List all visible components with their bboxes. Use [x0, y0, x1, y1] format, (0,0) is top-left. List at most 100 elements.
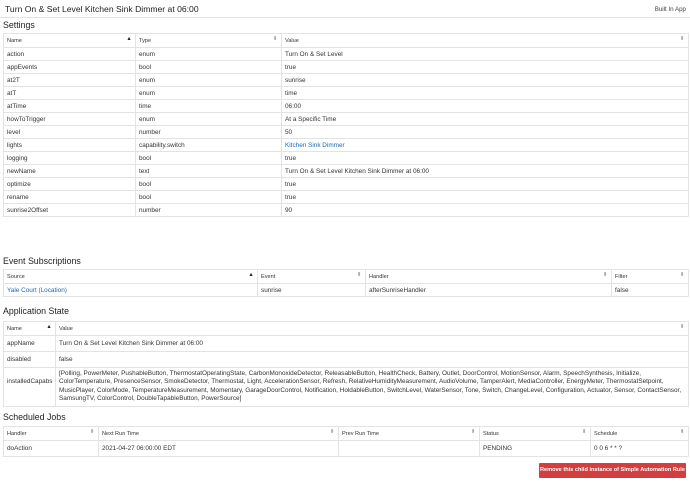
event-cell: sunrise: [257, 283, 366, 297]
sort-both-icon: ⬍: [679, 36, 685, 42]
app-type-badge: Built In App: [654, 6, 686, 13]
setting-name-cell: appEvents: [3, 60, 136, 74]
setting-value-cell: Turn On & Set Level Kitchen Sink Dimmer …: [281, 164, 689, 178]
sort-asc-icon: ▲: [126, 36, 132, 42]
column-header-status[interactable]: Status ⬍: [479, 426, 591, 441]
state-table: Name ▲ Value ⬍ appName Turn On & Set Level…: [3, 321, 689, 407]
jobs-section-title: Scheduled Jobs: [3, 412, 66, 422]
events-section-title: Event Subscriptions: [3, 256, 81, 266]
job-handler-cell: doAction: [3, 440, 99, 457]
setting-name-cell: rename: [3, 190, 136, 204]
state-value-cell: false: [55, 351, 689, 368]
filter-cell: false: [611, 283, 689, 297]
setting-value-cell: true: [281, 60, 689, 74]
sort-both-icon: ⬍: [679, 324, 685, 330]
job-status-cell: PENDING: [479, 440, 591, 457]
table-row: doAction 2021-04-27 06:00:00 EDT PENDING…: [3, 440, 689, 457]
column-header-source[interactable]: Source ▲: [3, 269, 258, 284]
setting-name-cell: at2T: [3, 73, 136, 87]
column-header-handler[interactable]: Handler ⬍: [365, 269, 612, 284]
table-row: sunrise2Offset number 90: [3, 203, 689, 217]
column-header-name[interactable]: Name ▲: [3, 321, 56, 336]
events-table: Source ▲ Event ⬍ Handler ⬍ Filter ⬍ Yale Cou…: [3, 269, 689, 297]
settings-header-row: Name ▲ Type ⬍ Value ⬍: [3, 33, 689, 48]
remove-child-instance-button[interactable]: Remove this child instance of Simple Aut…: [539, 463, 686, 478]
setting-name-cell: sunrise2Offset: [3, 203, 136, 217]
setting-name-cell: optimize: [3, 177, 136, 191]
column-header-value[interactable]: Value ⬍: [281, 33, 689, 48]
table-row: appEvents bool true: [3, 60, 689, 74]
settings-section-title: Settings: [3, 20, 35, 30]
state-name-cell: installedCapabs: [3, 367, 56, 407]
table-row: lights capability.switch Kitchen Sink Dimm…: [3, 138, 689, 152]
sort-asc-icon: ▲: [46, 324, 52, 330]
handler-cell: afterSunriseHandler: [365, 283, 612, 297]
state-section-title: Application State: [3, 306, 70, 316]
setting-name-cell: level: [3, 125, 136, 139]
sort-both-icon: ⬍: [89, 429, 95, 435]
setting-value-cell: true: [281, 190, 689, 204]
job-prev-run-cell: [338, 440, 480, 457]
setting-type-cell: enum: [135, 86, 282, 100]
job-schedule-cell: 0 0 6 * * ?: [590, 440, 689, 457]
sort-both-icon: ⬍: [581, 429, 587, 435]
column-header-next-run[interactable]: Next Run Time ⬍: [98, 426, 339, 441]
table-row: action enum Turn On & Set Level: [3, 47, 689, 61]
setting-value-cell: 06:00: [281, 99, 689, 113]
table-row: at2T enum sunrise: [3, 73, 689, 87]
setting-value-cell: Turn On & Set Level: [281, 47, 689, 61]
table-row: rename bool true: [3, 190, 689, 204]
setting-type-cell: number: [135, 203, 282, 217]
setting-value-link[interactable]: Kitchen Sink Dimmer: [281, 138, 689, 152]
sort-both-icon: ⬍: [356, 272, 362, 278]
sort-asc-icon: ▲: [248, 272, 254, 278]
column-header-type[interactable]: Type ⬍: [135, 33, 282, 48]
jobs-table: Handler ⬍ Next Run Time ⬍ Prev Run Time ⬍ S…: [3, 426, 689, 457]
column-header-event[interactable]: Event ⬍: [257, 269, 366, 284]
setting-type-cell: bool: [135, 190, 282, 204]
page-title: Turn On & Set Level Kitchen Sink Dimmer …: [5, 4, 199, 14]
event-source-link[interactable]: Yale Court (Location): [3, 283, 258, 297]
state-value-cell: Turn On & Set Level Kitchen Sink Dimmer …: [55, 335, 689, 352]
setting-value-cell: time: [281, 86, 689, 100]
setting-name-cell: atTime: [3, 99, 136, 113]
sort-both-icon: ⬍: [272, 36, 278, 42]
state-name-cell: appName: [3, 335, 56, 352]
table-row: level number 50: [3, 125, 689, 139]
setting-value-cell: sunrise: [281, 73, 689, 87]
table-row: logging bool true: [3, 151, 689, 165]
setting-name-cell: action: [3, 47, 136, 61]
setting-name-cell: atT: [3, 86, 136, 100]
setting-value-cell: true: [281, 177, 689, 191]
setting-type-cell: bool: [135, 177, 282, 191]
setting-name-cell: lights: [3, 138, 136, 152]
column-header-value[interactable]: Value ⬍: [55, 321, 689, 336]
setting-value-cell: 90: [281, 203, 689, 217]
setting-type-cell: bool: [135, 60, 282, 74]
settings-table: Name ▲ Type ⬍ Value ⬍ action enum Turn On & S…: [3, 33, 689, 217]
setting-type-cell: number: [135, 125, 282, 139]
column-header-handler[interactable]: Handler ⬍: [3, 426, 99, 441]
sort-both-icon: ⬍: [679, 429, 685, 435]
setting-type-cell: enum: [135, 73, 282, 87]
column-header-schedule[interactable]: Schedule ⬍: [590, 426, 689, 441]
setting-type-cell: capability.switch: [135, 138, 282, 152]
sort-both-icon: ⬍: [679, 272, 685, 278]
state-name-cell: disabled: [3, 351, 56, 368]
setting-type-cell: bool: [135, 151, 282, 165]
table-row: disabled false: [3, 351, 689, 368]
column-header-filter[interactable]: Filter ⬍: [611, 269, 689, 284]
column-header-name[interactable]: Name ▲: [3, 33, 136, 48]
jobs-header-row: Handler ⬍ Next Run Time ⬍ Prev Run Time ⬍ S…: [3, 426, 689, 441]
header-bar: Turn On & Set Level Kitchen Sink Dimmer …: [0, 0, 690, 18]
job-next-run-cell: 2021-04-27 06:00:00 EDT: [98, 440, 339, 457]
setting-type-cell: text: [135, 164, 282, 178]
column-header-prev-run[interactable]: Prev Run Time ⬍: [338, 426, 480, 441]
state-header-row: Name ▲ Value ⬍: [3, 321, 689, 336]
table-row: howToTrigger enum At a Specific Time: [3, 112, 689, 126]
state-value-cell: [Polling, PowerMeter, PushableButton, Th…: [55, 367, 689, 407]
table-row: Yale Court (Location) sunrise afterSunri…: [3, 283, 689, 297]
setting-type-cell: enum: [135, 112, 282, 126]
table-row: atTime time 06:00: [3, 99, 689, 113]
table-row: newName text Turn On & Set Level Kitchen S…: [3, 164, 689, 178]
